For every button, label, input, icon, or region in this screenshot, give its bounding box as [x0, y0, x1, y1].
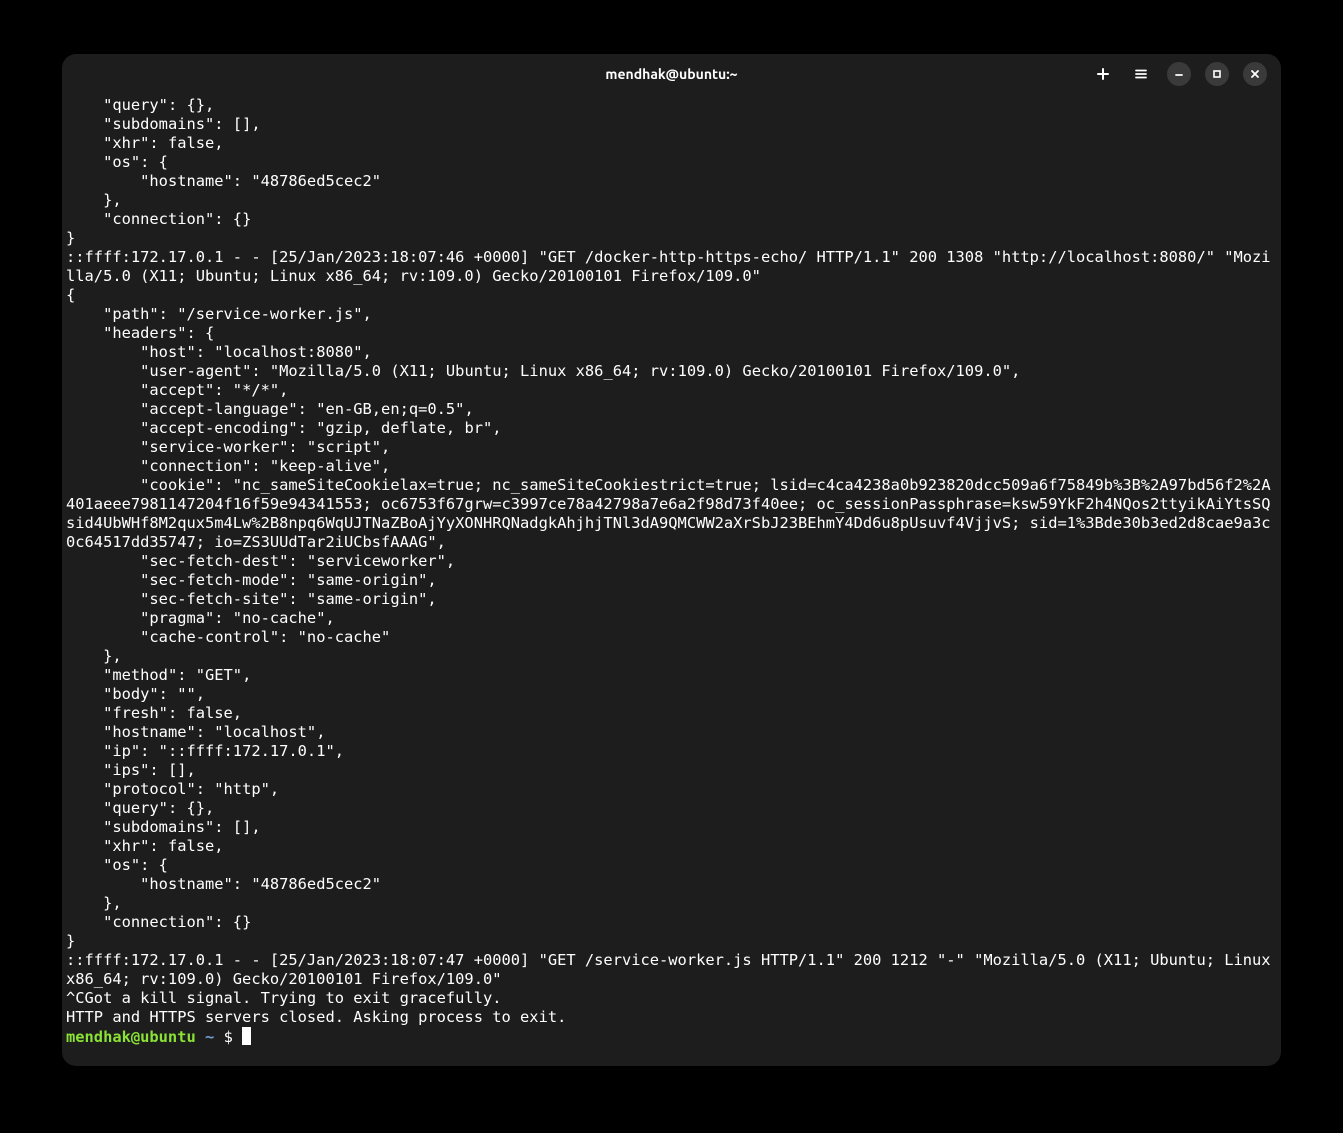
cursor [242, 1027, 251, 1045]
terminal-output: "query": {}, "subdomains": [], "xhr": fa… [66, 96, 1280, 1026]
terminal-window: mendhak@ubuntu:~ [62, 54, 1281, 1066]
prompt-symbol: $ [214, 1028, 242, 1046]
prompt-user-host: mendhak@ubuntu [66, 1028, 196, 1046]
titlebar: mendhak@ubuntu:~ [62, 54, 1281, 94]
terminal-content[interactable]: "query": {}, "subdomains": [], "xhr": fa… [62, 94, 1281, 1066]
prompt-separator [196, 1028, 205, 1046]
prompt-path: ~ [205, 1028, 214, 1046]
window-title: mendhak@ubuntu:~ [62, 66, 1281, 82]
